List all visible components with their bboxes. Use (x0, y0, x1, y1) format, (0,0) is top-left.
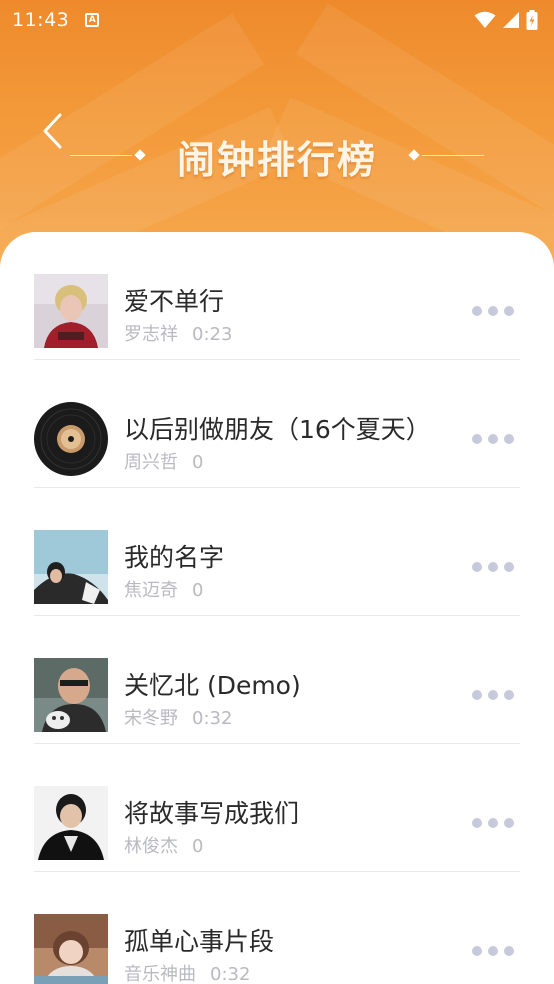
song-artist: 林俊杰 (124, 836, 178, 857)
page-title: 闹钟排行榜 (176, 137, 377, 182)
song-meta: 林俊杰 0 (124, 832, 203, 858)
list-item[interactable]: 以后别做朋友（16个夏天） 周兴哲 0 (34, 360, 520, 488)
song-title: 将故事写成我们 (124, 799, 300, 828)
wifi-icon (474, 11, 496, 28)
song-meta: 罗志祥 0:23 (124, 320, 232, 346)
chevron-left-icon (43, 113, 62, 149)
song-meta: 宋冬野 0:32 (124, 704, 232, 730)
song-list: 爱不单行 罗志祥 0:23 以后别做朋友（16个夏天） 周兴哲 0 我的名字 焦… (0, 232, 554, 984)
song-title: 关忆北 (Demo) (124, 671, 301, 700)
list-item[interactable]: 关忆北 (Demo) 宋冬野 0:32 (34, 616, 520, 744)
song-title: 以后别做朋友（16个夏天） (124, 415, 431, 444)
album-cover (34, 914, 108, 984)
screen: 11:43 A 闹钟排行榜 爱不单行 罗志祥 0:23 以后别做朋友（16个夏天… (0, 0, 554, 984)
more-options-button[interactable] (472, 944, 514, 958)
song-artist: 罗志祥 (124, 324, 178, 345)
song-meta: 音乐神曲 0:32 (124, 960, 250, 984)
song-title: 我的名字 (124, 543, 225, 572)
more-options-button[interactable] (472, 432, 514, 446)
song-meta: 周兴哲 0 (124, 448, 203, 474)
more-options-button[interactable] (472, 816, 514, 830)
song-duration: 0 (192, 580, 204, 601)
notification-a-icon: A (85, 13, 100, 27)
more-options-button[interactable] (472, 560, 514, 574)
status-time: 11:43 (12, 9, 70, 31)
status-bar: 11:43 A (0, 0, 554, 40)
song-duration: 0:32 (210, 964, 251, 984)
more-options-button[interactable] (472, 304, 514, 318)
more-options-button[interactable] (472, 688, 514, 702)
album-cover (34, 274, 108, 348)
album-cover (34, 786, 108, 860)
list-item[interactable]: 孤单心事片段 音乐神曲 0:32 (34, 872, 520, 984)
diamond-icon (408, 149, 420, 161)
diamond-icon (134, 149, 146, 161)
song-title: 爱不单行 (124, 287, 225, 316)
song-artist: 焦迈奇 (124, 580, 178, 601)
list-item[interactable]: 将故事写成我们 林俊杰 0 (34, 744, 520, 872)
album-cover (34, 530, 108, 604)
back-button[interactable] (34, 110, 70, 152)
song-duration: 0 (192, 452, 204, 473)
song-artist: 周兴哲 (124, 452, 178, 473)
title-divider-right (422, 155, 484, 156)
battery-icon (526, 10, 538, 30)
vinyl-record-icon (34, 402, 108, 476)
list-item[interactable]: 爱不单行 罗志祥 0:23 (34, 232, 520, 360)
title-divider-left (70, 155, 132, 156)
list-item[interactable]: 我的名字 焦迈奇 0 (34, 488, 520, 616)
song-duration: 0:32 (192, 708, 233, 729)
song-duration: 0 (192, 836, 204, 857)
album-cover (34, 658, 108, 732)
song-artist: 宋冬野 (124, 708, 178, 729)
song-title: 孤单心事片段 (124, 927, 275, 956)
signal-icon (503, 12, 519, 28)
song-artist: 音乐神曲 (124, 964, 196, 984)
title-area: 闹钟排行榜 (70, 130, 484, 182)
song-duration: 0:23 (192, 324, 233, 345)
song-meta: 焦迈奇 0 (124, 576, 203, 602)
